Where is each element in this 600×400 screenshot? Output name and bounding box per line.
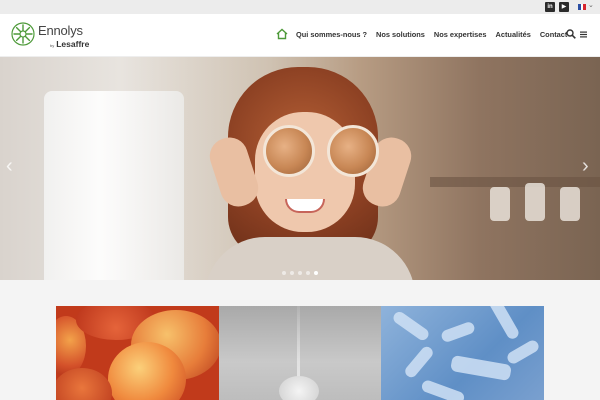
home-icon[interactable] bbox=[276, 28, 288, 40]
bacteria-shape bbox=[420, 378, 466, 400]
logo-by: by bbox=[50, 42, 55, 48]
ennolys-logo-icon[interactable] bbox=[11, 22, 35, 46]
main-nav: Qui sommes-nous ? Nos solutions Nos expe… bbox=[276, 28, 576, 40]
hero-fridge bbox=[44, 91, 184, 280]
slider-dot[interactable] bbox=[290, 271, 294, 275]
nav-item-actualites[interactable]: Actualités bbox=[496, 30, 531, 39]
slider-dot-active[interactable] bbox=[314, 271, 318, 275]
logo-subtitle: by Lesaffre bbox=[50, 39, 89, 49]
tile-fruits[interactable] bbox=[56, 306, 219, 400]
peach-shape bbox=[56, 368, 112, 400]
hero-jar bbox=[560, 187, 580, 221]
slider-dot[interactable] bbox=[298, 271, 302, 275]
bacteria-shape bbox=[391, 309, 431, 343]
slider-next-arrow-icon[interactable]: › bbox=[582, 155, 589, 178]
logo-parent: Lesaffre bbox=[56, 39, 90, 49]
fr-flag-icon[interactable] bbox=[578, 4, 587, 10]
youtube-icon[interactable]: ▶ bbox=[559, 2, 569, 12]
hero-jar bbox=[525, 183, 545, 221]
chevron-down-icon[interactable]: ⌄ bbox=[588, 1, 594, 9]
bacteria-shape bbox=[450, 354, 512, 382]
slider-dot[interactable] bbox=[306, 271, 310, 275]
tile-bacteria[interactable] bbox=[381, 306, 544, 400]
nav-item-nos-expertises[interactable]: Nos expertises bbox=[434, 30, 487, 39]
menu-icon[interactable] bbox=[580, 31, 587, 38]
droplet-shape bbox=[279, 376, 319, 400]
bacteria-shape bbox=[439, 320, 477, 344]
slider-pagination bbox=[282, 271, 318, 275]
top-bar: in ▶ ⌄ bbox=[0, 0, 600, 14]
site-header: Ennolys by Lesaffre Qui sommes-nous ? Nos… bbox=[0, 14, 600, 57]
tile-process[interactable] bbox=[219, 306, 381, 400]
hero-jar bbox=[490, 187, 510, 221]
nav-item-nos-solutions[interactable]: Nos solutions bbox=[376, 30, 425, 39]
slider-dot[interactable] bbox=[282, 271, 286, 275]
nav-item-qui-sommes-nous[interactable]: Qui sommes-nous ? bbox=[296, 30, 367, 39]
hero-slider[interactable]: ‹ › bbox=[0, 57, 600, 280]
feature-section bbox=[0, 280, 600, 400]
search-icon[interactable] bbox=[566, 29, 576, 39]
slider-prev-arrow-icon[interactable]: ‹ bbox=[6, 155, 13, 178]
bacteria-shape bbox=[402, 344, 436, 380]
bacteria-shape bbox=[487, 306, 521, 341]
logo-name[interactable]: Ennolys bbox=[38, 23, 83, 38]
linkedin-icon[interactable]: in bbox=[545, 2, 555, 12]
hero-shelf bbox=[430, 177, 600, 187]
bacteria-shape bbox=[505, 338, 541, 366]
hero-cupcake-left bbox=[263, 125, 315, 177]
nav-item-contact[interactable]: Contact bbox=[540, 30, 568, 39]
hero-cupcake-right bbox=[327, 125, 379, 177]
